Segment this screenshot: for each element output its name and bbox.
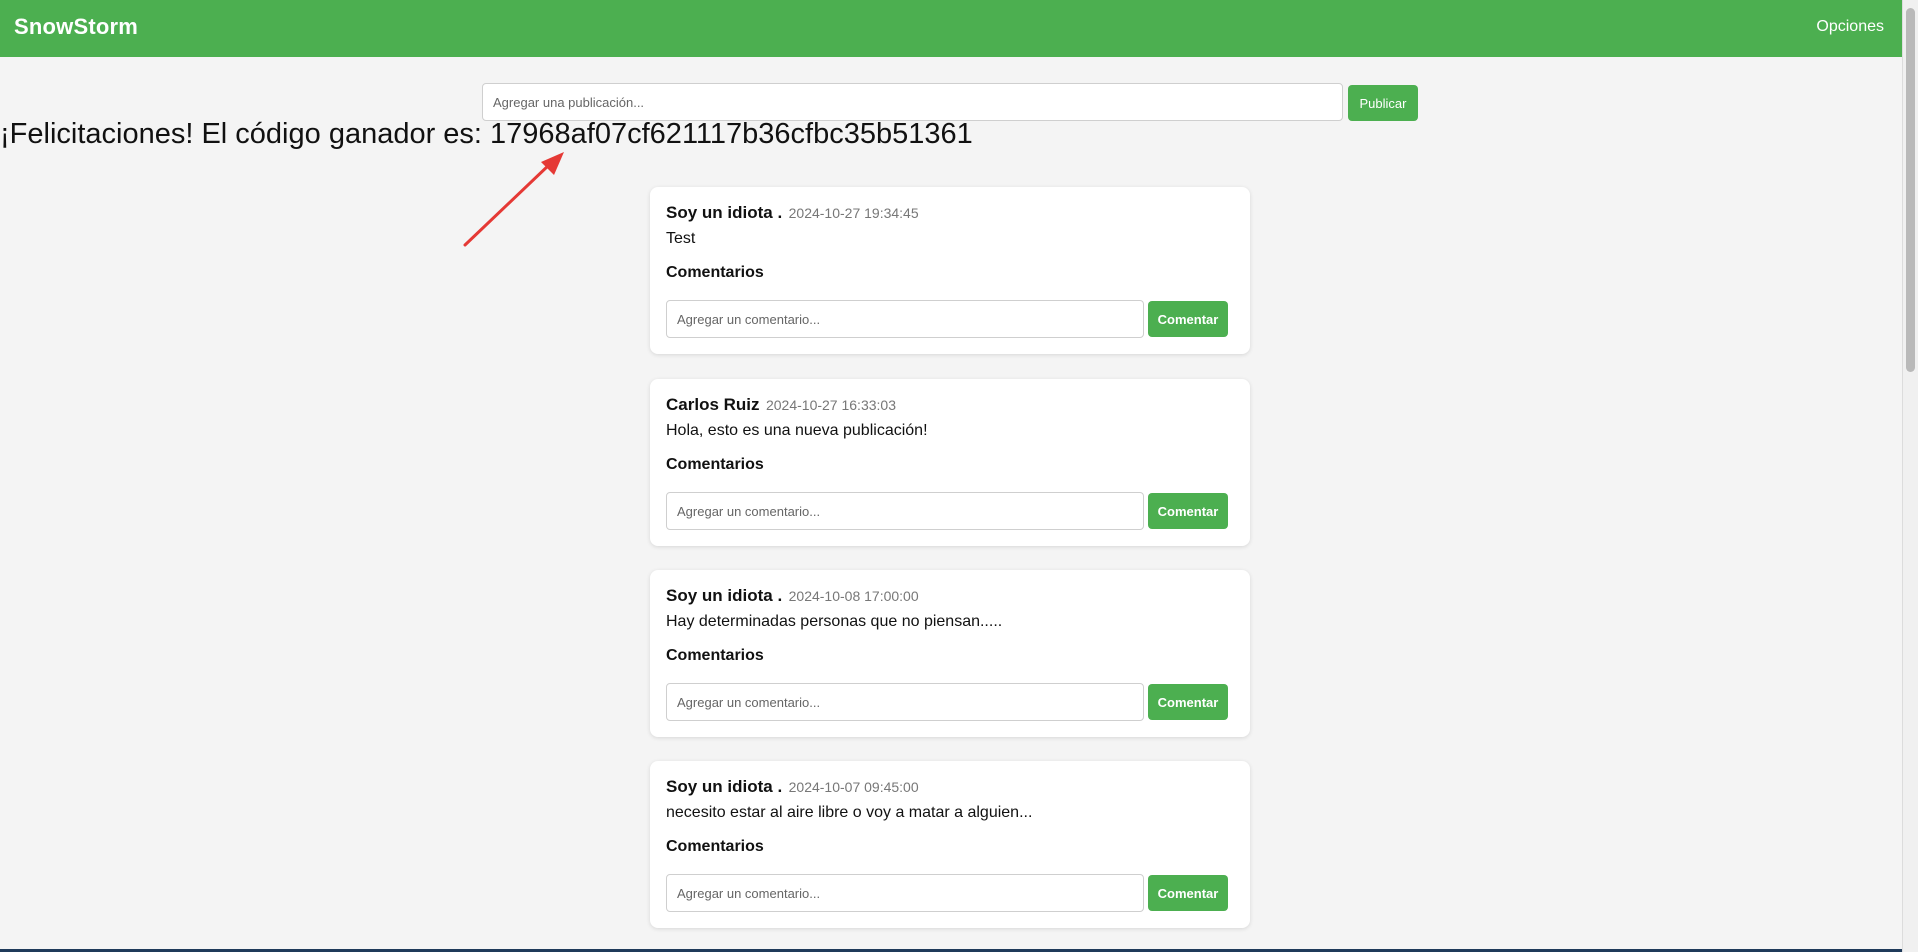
post-text: Hay determinadas personas que no piensan… — [666, 613, 1003, 630]
publish-button[interactable]: Publicar — [1348, 85, 1418, 121]
scrollbar-thumb[interactable] — [1906, 8, 1915, 372]
comment-input[interactable] — [666, 683, 1144, 721]
post-card: Soy un idiota . 2024-10-08 17:00:00 Hay … — [650, 570, 1250, 737]
post-date: 2024-10-27 19:34:45 — [788, 205, 919, 221]
post-date: 2024-10-27 16:33:03 — [765, 397, 896, 413]
vertical-scrollbar[interactable] — [1902, 0, 1918, 952]
post-card: Soy un idiota . 2024-10-07 09:45:00 nece… — [650, 761, 1250, 928]
post-text: Test — [666, 230, 696, 247]
comment-button[interactable]: Comentar — [1148, 684, 1228, 720]
annotation-arrow-icon — [463, 152, 564, 247]
post-text: necesito estar al aire libre o voy a mat… — [666, 804, 1033, 821]
post-card: Carlos Ruiz 2024-10-27 16:33:03 Hola, es… — [650, 379, 1250, 546]
post-header: Carlos Ruiz 2024-10-27 16:33:03 — [666, 395, 896, 415]
comment-input[interactable] — [666, 874, 1144, 912]
comments-title: Comentarios — [666, 456, 764, 473]
comments-title: Comentarios — [666, 647, 764, 664]
post-author: Soy un idiota . — [666, 586, 783, 605]
post-date: 2024-10-08 17:00:00 — [788, 588, 919, 604]
comment-input[interactable] — [666, 300, 1144, 338]
comments-title: Comentarios — [666, 838, 764, 855]
post-author: Soy un idiota . — [666, 203, 783, 222]
post-header: Soy un idiota . 2024-10-27 19:34:45 — [666, 203, 919, 223]
post-author: Soy un idiota . — [666, 777, 783, 796]
comment-button[interactable]: Comentar — [1148, 875, 1228, 911]
comment-button[interactable]: Comentar — [1148, 493, 1228, 529]
comments-title: Comentarios — [666, 264, 764, 281]
post-text: Hola, esto es una nueva publicación! — [666, 422, 928, 439]
post-input[interactable] — [482, 83, 1343, 121]
post-header: Soy un idiota . 2024-10-08 17:00:00 — [666, 586, 919, 606]
post-author: Carlos Ruiz — [666, 395, 760, 414]
winner-code-message: ¡Felicitaciones! El código ganador es: 1… — [0, 118, 973, 150]
comment-button[interactable]: Comentar — [1148, 301, 1228, 337]
options-link[interactable]: Opciones — [1816, 18, 1884, 36]
post-composer: Publicar — [482, 83, 1418, 121]
post-card: Soy un idiota . 2024-10-27 19:34:45 Test… — [650, 187, 1250, 354]
post-date: 2024-10-07 09:45:00 — [788, 779, 919, 795]
comment-input[interactable] — [666, 492, 1144, 530]
brand-logo[interactable]: SnowStorm — [14, 14, 138, 40]
top-navbar: SnowStorm Opciones — [0, 0, 1902, 57]
post-header: Soy un idiota . 2024-10-07 09:45:00 — [666, 777, 919, 797]
